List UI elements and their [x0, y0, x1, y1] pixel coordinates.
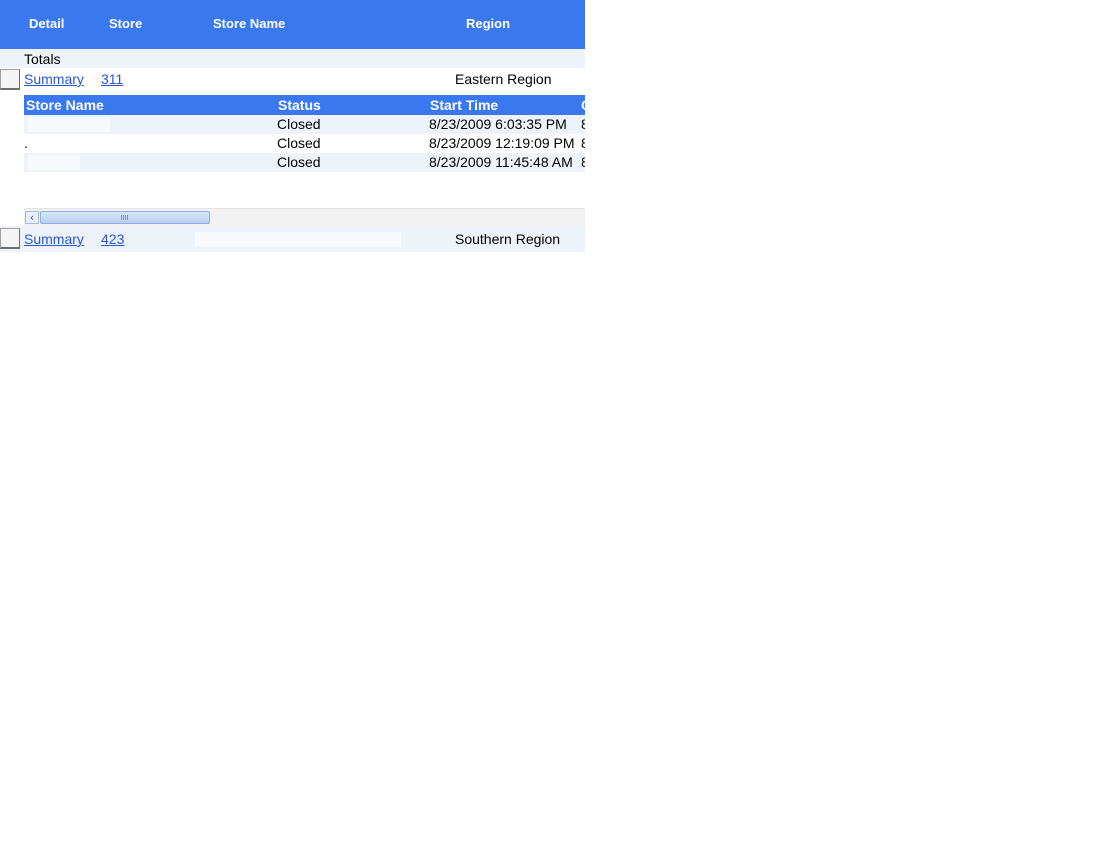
row-expander-button[interactable] — [0, 69, 20, 90]
header-store-name[interactable]: Store Name — [213, 16, 285, 31]
detail-header-start-time[interactable]: Start Time — [430, 97, 498, 113]
detail-row: Closed 8/23/2009 11:45:48 AM 8 — [24, 153, 585, 172]
detail-start-time: 8/23/2009 11:45:48 AM — [429, 154, 573, 170]
detail-start-time: 8/23/2009 6:03:35 PM — [429, 116, 567, 132]
detail-status: Closed — [277, 154, 321, 170]
detail-header-store-name[interactable]: Store Name — [26, 97, 104, 113]
region-cell: Eastern Region — [455, 71, 552, 87]
detail-extra: 8 — [581, 116, 585, 132]
detail-subgrid: Store Name Status Start Time C Closed 8/… — [24, 95, 585, 226]
detail-status: Closed — [277, 116, 321, 132]
header-detail[interactable]: Detail — [29, 16, 64, 31]
detail-status: Closed — [277, 135, 321, 151]
scroll-thumb[interactable] — [40, 211, 210, 224]
store-grid: Detail Store Store Name Region Totals Su… — [0, 0, 585, 252]
summary-link[interactable]: Summary — [24, 231, 84, 247]
totals-row: Totals — [0, 49, 585, 68]
redaction — [195, 232, 401, 247]
grip-icon — [121, 215, 128, 220]
row-expander-button[interactable] — [0, 228, 20, 249]
table-row: Summary 311 Eastern Region — [0, 68, 585, 92]
horizontal-scrollbar[interactable]: ‹ — [24, 208, 585, 226]
detail-row: . Closed 8/23/2009 12:19:09 PM 8 — [24, 134, 585, 153]
detail-header: Store Name Status Start Time C — [24, 95, 585, 115]
grid-header: Detail Store Store Name Region — [0, 0, 585, 49]
store-link[interactable]: 311 — [101, 71, 123, 87]
detail-row: Closed 8/23/2009 6:03:35 PM 8 — [24, 115, 585, 134]
detail-store-name: . — [24, 135, 28, 151]
totals-label: Totals — [24, 51, 61, 67]
redaction — [28, 117, 110, 132]
chevron-left-icon[interactable]: ‹ — [25, 211, 39, 224]
region-cell: Southern Region — [455, 231, 561, 247]
detail-extra: 8 — [581, 135, 585, 151]
detail-header-status[interactable]: Status — [278, 97, 321, 113]
header-store[interactable]: Store — [109, 16, 142, 31]
header-region[interactable]: Region — [466, 16, 510, 31]
store-link[interactable]: 423 — [101, 231, 124, 247]
detail-extra: 8 — [581, 154, 585, 170]
table-row: Summary 423 Southern Region — [0, 226, 585, 252]
summary-link[interactable]: Summary — [24, 71, 84, 87]
detail-start-time: 8/23/2009 12:19:09 PM — [429, 135, 575, 151]
redaction — [28, 155, 80, 170]
detail-header-next-col[interactable]: C — [581, 97, 585, 113]
